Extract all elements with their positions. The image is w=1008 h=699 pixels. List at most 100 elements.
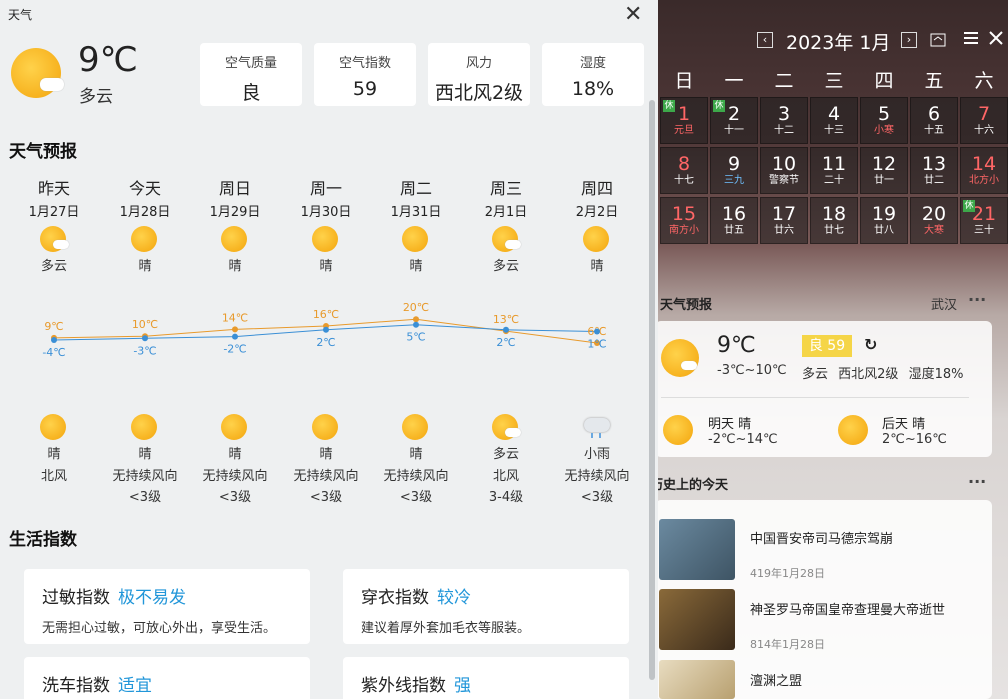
history-item-title[interactable]: 澶渊之盟 — [750, 670, 802, 689]
calendar-day-cell[interactable]: 10 警察节 — [760, 147, 808, 194]
calendar-day-cell[interactable]: 9 三九 — [710, 147, 758, 194]
rp-tomorrow-range: -2℃~14℃ — [708, 432, 778, 447]
low-temp-label: 2℃ — [496, 336, 515, 349]
cloud-icon — [53, 240, 69, 249]
calendar-day-cell[interactable]: 休 1 元旦 — [660, 97, 708, 144]
lunar-date: 小寒 — [874, 125, 894, 136]
lunar-date: 三十 — [974, 225, 994, 236]
refresh-icon[interactable]: ↻ — [864, 335, 877, 354]
rp-humidity: 湿度18% — [908, 367, 964, 382]
weekday-label: 二 — [774, 70, 794, 92]
stat-air-quality: 空气质量 良 — [200, 43, 302, 106]
life-card-carwash[interactable]: 洗车指数 适宜 — [24, 657, 310, 699]
sun-icon — [220, 414, 250, 440]
day-name: 周一 — [309, 179, 342, 198]
rp-weather-card[interactable]: 9℃ -3℃~10℃ 良 59 ↻ 多云 西北风2级 湿度18% 明天 晴 -2… — [655, 321, 992, 457]
history-title: 历史上的今天 — [650, 478, 729, 493]
lunar-date: 廿六 — [774, 225, 794, 236]
stat-wind: 风力 西北风2级 — [428, 43, 530, 106]
scrollbar[interactable] — [649, 100, 655, 680]
history-more-button[interactable]: ··· — [968, 472, 986, 491]
calendar-day-cell[interactable]: 12 廿一 — [860, 147, 908, 194]
low-temp-point — [594, 328, 600, 335]
today-icon[interactable] — [930, 32, 946, 47]
wind-level: 3-4级 — [488, 490, 524, 505]
day-date: 1月31日 — [390, 205, 442, 220]
life-value: 较冷 — [437, 588, 471, 608]
stat-value: 18% — [571, 78, 615, 100]
next-month-button[interactable]: › — [901, 32, 917, 48]
wind-direction: 无持续风向 — [202, 469, 268, 484]
cloud-icon — [505, 240, 521, 249]
lunar-date: 廿八 — [874, 225, 894, 236]
calendar-day-cell[interactable]: 7 十六 — [960, 97, 1008, 144]
rp-city[interactable]: 武汉 — [931, 294, 957, 313]
night-condition: 晴 — [319, 447, 333, 462]
calendar-day-cell[interactable]: 8 十七 — [660, 147, 708, 194]
menu-icon[interactable] — [963, 30, 979, 46]
life-card-uv[interactable]: 紫外线指数强 — [343, 657, 629, 699]
day-number: 8 — [677, 153, 691, 175]
low-temp-point — [503, 326, 509, 333]
close-icon[interactable]: ✕ — [624, 2, 642, 27]
lunar-date: 十五 — [924, 125, 944, 136]
calendar-day-cell[interactable]: 16 廿五 — [710, 197, 758, 244]
calendar-day-cell[interactable]: 11 二十 — [810, 147, 858, 194]
high-temp-point — [232, 326, 238, 333]
calendar-close-icon[interactable] — [988, 30, 1004, 46]
wind-direction: 无持续风向 — [564, 469, 630, 484]
day-number: 11 — [821, 153, 847, 175]
day-name: 周四 — [580, 179, 613, 198]
calendar-day-cell[interactable]: 休 2 十一 — [710, 97, 758, 144]
calendar-day-cell[interactable]: 19 廿八 — [860, 197, 908, 244]
lunar-date: 廿七 — [824, 225, 844, 236]
history-card: 中国晋安帝司马德宗驾崩 419年1月28日 神圣罗马帝国皇帝查理曼大帝逝世 81… — [655, 500, 992, 699]
rest-day-badge: 休 — [713, 100, 725, 112]
calendar-day-cell[interactable]: 15 南方小 — [660, 197, 708, 244]
history-image-1[interactable] — [659, 519, 735, 580]
life-card-allergy[interactable]: 过敏指数 极不易发 无需担心过敏，可放心外出，享受生活。 — [24, 569, 310, 644]
day-number: 9 — [727, 153, 741, 175]
history-item-title[interactable]: 神圣罗马帝国皇帝查理曼大帝逝世 — [750, 599, 945, 618]
day-number: 15 — [671, 203, 697, 225]
day-name: 周三 — [489, 179, 522, 198]
forecast-title: 天气预报 — [9, 142, 77, 162]
day-number: 10 — [771, 153, 797, 175]
day-condition: 多云 — [40, 259, 67, 274]
weekday-label: 四 — [874, 70, 894, 92]
day-date: 1月27日 — [28, 205, 80, 220]
weekday-label: 五 — [924, 70, 944, 92]
day-date: 2月2日 — [575, 205, 619, 220]
calendar-day-cell[interactable]: 20 大寒 — [910, 197, 958, 244]
calendar-month-title: 2023年 1月 — [786, 32, 891, 54]
prev-month-button[interactable]: ‹ — [757, 32, 773, 48]
calendar-day-cell[interactable]: 14 北方小 — [960, 147, 1008, 194]
calendar-day-cell[interactable]: 休 21 三十 — [960, 197, 1008, 244]
calendar-day-cell[interactable]: 13 廿二 — [910, 147, 958, 194]
day-name: 周二 — [399, 179, 432, 198]
partly-cloudy-icon — [39, 226, 69, 252]
history-image-2[interactable] — [659, 589, 735, 650]
low-temp-label: 5℃ — [406, 331, 425, 344]
life-card-clothing[interactable]: 穿衣指数 较冷 建议着厚外套加毛衣等服装。 — [343, 569, 629, 644]
day-name: 今天 — [128, 179, 161, 198]
day-number: 6 — [927, 103, 941, 125]
day-number: 19 — [871, 203, 897, 225]
calendar-day-cell[interactable]: 6 十五 — [910, 97, 958, 144]
history-image-3[interactable] — [659, 660, 735, 699]
calendar-weekdays: 日一二三四五六 — [660, 66, 1008, 94]
temperature-chart: 9℃10℃14℃16℃20℃13℃6℃-4℃-3℃-2℃2℃5℃2℃1℃ — [42, 301, 606, 359]
day-number: 13 — [921, 153, 947, 175]
calendar-day-cell[interactable]: 3 十二 — [760, 97, 808, 144]
rp-weather-more-button[interactable]: ··· — [968, 290, 986, 309]
calendar-day-cell[interactable]: 4 十三 — [810, 97, 858, 144]
cloud-icon — [40, 78, 64, 91]
night-condition: 多云 — [492, 447, 519, 462]
life-index-title: 生活指数 — [9, 530, 77, 550]
wind-direction: 北风 — [40, 469, 67, 484]
calendar-day-cell[interactable]: 18 廿七 — [810, 197, 858, 244]
calendar-day-cell[interactable]: 5 小寒 — [860, 97, 908, 144]
low-temp-label: 1℃ — [587, 338, 606, 351]
history-item-title[interactable]: 中国晋安帝司马德宗驾崩 — [750, 528, 893, 547]
calendar-day-cell[interactable]: 17 廿六 — [760, 197, 808, 244]
